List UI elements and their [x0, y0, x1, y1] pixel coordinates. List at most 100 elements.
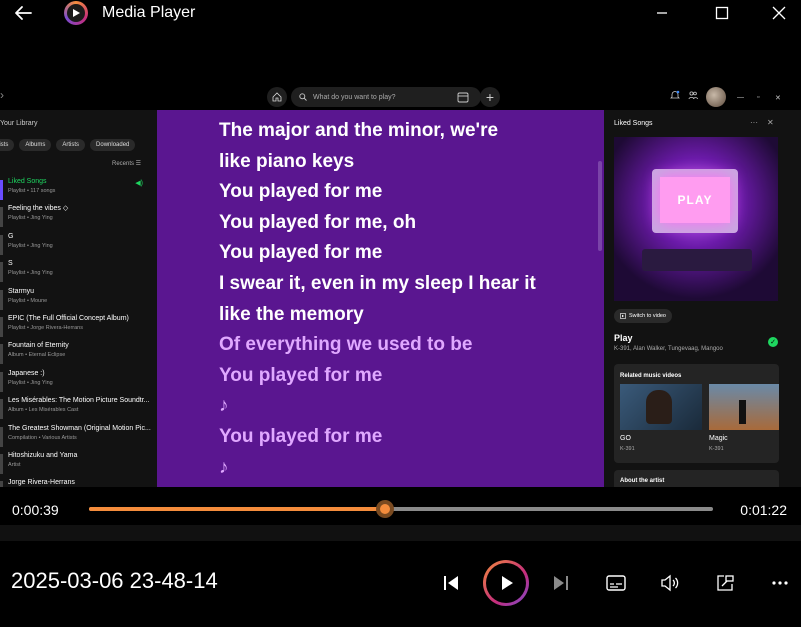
monitor-illustration: PLAY: [652, 169, 738, 233]
lyrics-scrollbar: [598, 161, 602, 251]
library-item: The Greatest Showman (Original Motion Pi…: [0, 424, 153, 451]
about-the-artist: About the artist: [614, 470, 779, 487]
library-item-thumbnail: [0, 207, 3, 228]
lyric-line: I swear it, even in my sleep I hear it: [219, 273, 536, 294]
related-videos: Related music videos GO K-391 Magic K-39…: [614, 364, 779, 463]
library-item-subtitle: Playlist • Jing Ying: [8, 215, 53, 222]
add-icon: +: [480, 87, 500, 107]
library-item-thumbnail: [0, 399, 3, 420]
library-item-name: S: [8, 260, 13, 268]
close-icon[interactable]: [769, 3, 789, 23]
lyric-line: like the memory: [219, 303, 364, 325]
lyric-line: ♪: [219, 456, 229, 478]
library-item-name: Jorge Rivera-Herrans: [8, 479, 75, 487]
maximize-icon[interactable]: [712, 3, 732, 23]
library-item: Starmyu Playlist • Moune: [0, 287, 153, 314]
library-item: Liked Songs Playlist • 117 songs ◀): [0, 177, 153, 204]
spotify-close-icon: ✕: [775, 95, 781, 102]
library-item: Hitoshizuku and Yama Artist: [0, 451, 153, 478]
panel-title: Liked Songs: [614, 120, 653, 127]
library-item-subtitle: Playlist • Jorge Rivera-Herrans: [8, 324, 83, 331]
lyric-line: You played for me: [219, 364, 383, 386]
keyboard-illustration: [642, 249, 752, 271]
seek-fill: [89, 507, 386, 511]
friends-icon: [688, 91, 698, 100]
library-item-name: Les Misérables: The Motion Picture Sound…: [8, 397, 150, 405]
lyric-line: You played for me: [219, 242, 383, 264]
library-item-thumbnail: [0, 426, 3, 447]
search-placeholder: What do you want to play?: [313, 93, 396, 101]
related-title: Related music videos: [620, 373, 682, 379]
lyric-line: The major and the minor, we're: [219, 120, 499, 141]
lyric-line: You played for me: [219, 426, 383, 447]
library-item-name: Liked Songs: [8, 178, 47, 185]
seek-thumb[interactable]: [376, 500, 395, 518]
album-art-text: PLAY: [660, 177, 730, 223]
library-item-name: Feeling the vibes ◇: [8, 205, 69, 213]
player-controls: 0:00:39 0:01:22 2025-03-06 23-48-14: [0, 487, 801, 627]
library-list: Liked Songs Playlist • 117 songs ◀) Feeling…: [0, 177, 153, 487]
video-artist-magic: K-391: [709, 446, 724, 452]
avatar: [706, 87, 726, 107]
library-item-thumbnail: [0, 289, 3, 310]
library-item-name: The Greatest Showman (Original Motion Pi…: [8, 424, 151, 432]
volume-icon[interactable]: [657, 570, 683, 596]
library-item-subtitle: Playlist • Jing Ying: [8, 379, 53, 386]
library-item: Jorge Rivera-Herrans: [0, 478, 153, 487]
window-title: Media Player: [102, 4, 196, 21]
play-icon: [502, 576, 513, 590]
library-item-name: Hitoshizuku and Yama: [8, 451, 78, 459]
mini-player-icon[interactable]: [712, 570, 738, 596]
library-item-name: Fountain of Eternity: [8, 342, 69, 350]
library-item: EPIC (The Full Official Concept Album) Pl…: [0, 314, 153, 341]
file-name: 2025-03-06 23-48-14: [11, 568, 218, 593]
library-item: Les Misérables: The Motion Picture Sound…: [0, 396, 153, 423]
more-options-icon: ···: [750, 118, 758, 127]
minimize-icon[interactable]: [652, 3, 672, 23]
chip-albums: Albums: [19, 139, 52, 151]
library-item-name: Starmyu: [8, 287, 35, 295]
album-art: PLAY: [614, 137, 778, 301]
nav-forward-icon: ›: [0, 88, 4, 102]
track-title: Play: [614, 333, 633, 343]
captions-icon[interactable]: [603, 570, 629, 596]
video-title-magic: Magic: [709, 435, 728, 442]
back-arrow-icon[interactable]: [12, 2, 34, 24]
library-item-subtitle: Album • Eternal Eclipse: [8, 352, 66, 359]
previous-icon[interactable]: [438, 570, 464, 596]
library-item-thumbnail: [0, 344, 3, 365]
video-frame[interactable]: › What do you want to play? + — ▫ ✕ Your…: [0, 82, 801, 487]
bell-icon: [670, 90, 680, 99]
library-item-thumbnail: [0, 453, 3, 474]
playing-speaker-icon: ◀): [135, 180, 143, 187]
spotify-minimize-icon: —: [737, 94, 744, 101]
library-item-subtitle: Compilation • Various Artists: [8, 434, 77, 441]
track-artists: K-391, Alan Walker, Tungevaag, Mangoo: [614, 346, 723, 352]
seek-bar[interactable]: [89, 500, 713, 518]
lyric-line: ♪: [219, 395, 229, 417]
library-item: G Playlist • Jing Ying: [0, 232, 153, 259]
chip-playlists: lists: [0, 139, 15, 151]
library-filter-chips: lists Albums Artists Downloaded: [0, 139, 136, 151]
now-playing-panel: Liked Songs ··· ✕ PLAY Switch to video P…: [609, 110, 781, 487]
app-logo-icon: [64, 1, 88, 25]
lyric-line: You played for me: [219, 181, 383, 203]
spotify-top-bar: › What do you want to play? + — ▫ ✕: [0, 82, 801, 110]
spotify-library: Your Library lists Albums Artists Downlo…: [0, 110, 153, 487]
next-icon[interactable]: [548, 570, 574, 596]
spotify-search: What do you want to play?: [291, 87, 481, 107]
switch-to-video-button: Switch to video: [614, 309, 672, 323]
home-icon: [267, 87, 287, 107]
play-button[interactable]: [483, 560, 529, 606]
video-title-go: GO: [620, 435, 631, 442]
lyric-line: Of everything we used to be: [219, 334, 473, 356]
elapsed-time: 0:00:39: [12, 502, 59, 518]
taskbar-reflection: [0, 525, 801, 541]
library-title: Your Library: [0, 120, 38, 127]
library-item-subtitle: Playlist • Jing Ying: [8, 270, 53, 277]
check-icon: ✓: [768, 337, 778, 347]
chip-downloaded: Downloaded: [90, 139, 136, 151]
more-icon[interactable]: [767, 570, 793, 596]
library-item-thumbnail: [0, 180, 3, 200]
library-item: Fountain of Eternity Album • Eternal Ecli…: [0, 341, 153, 368]
